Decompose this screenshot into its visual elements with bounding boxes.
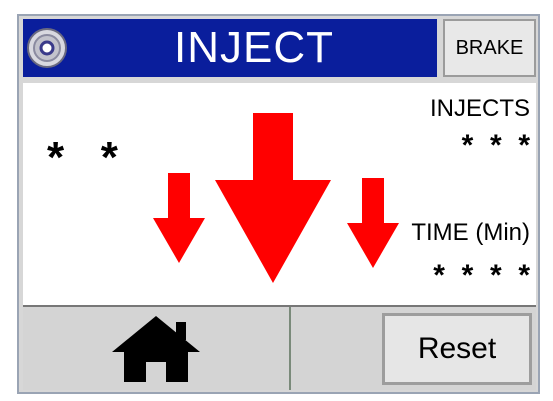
header: INJECT BRAKE: [23, 19, 536, 79]
page-title: INJECT: [71, 19, 437, 77]
dial-icon: [27, 28, 67, 68]
footer: Reset: [23, 305, 536, 390]
home-button[interactable]: [23, 307, 291, 390]
injects-value: * * *: [461, 129, 530, 162]
brake-button[interactable]: BRAKE: [443, 19, 536, 77]
arrow-down-icon: [215, 113, 331, 283]
arrow-down-icon: [347, 178, 399, 268]
logo-button[interactable]: [23, 19, 71, 77]
arrow-down-icon: [153, 173, 205, 263]
left-value: * *: [47, 133, 118, 182]
main-panel: * * INJECTS * * * TIME (Min) * * * *: [23, 83, 536, 305]
reset-button[interactable]: Reset: [382, 313, 532, 385]
time-value: * * * *: [433, 259, 530, 292]
inject-screen: INJECT BRAKE * * INJECTS * * * TIME (Min…: [17, 14, 540, 394]
home-icon: [112, 315, 200, 382]
injects-label: INJECTS: [429, 95, 530, 122]
time-label: TIME (Min): [411, 219, 530, 246]
